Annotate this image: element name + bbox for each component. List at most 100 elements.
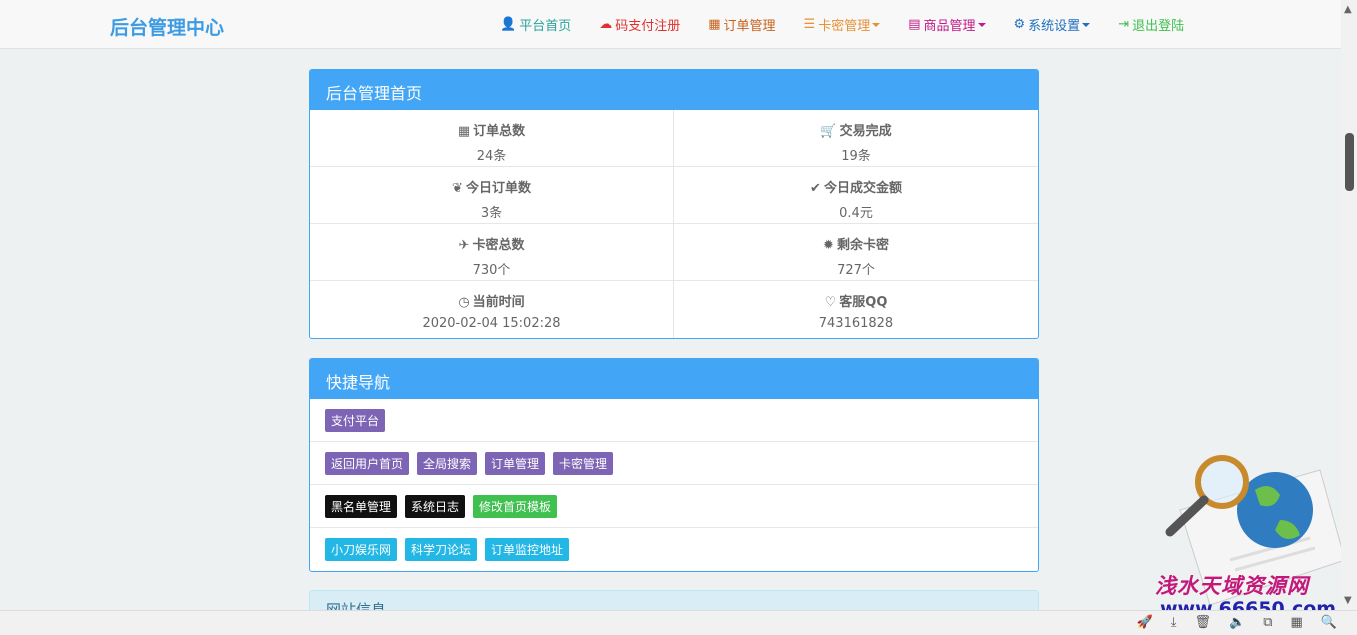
quicknav-link[interactable]: 小刀娱乐网 <box>325 538 398 561</box>
stat-value: 24条 <box>476 149 507 164</box>
list-icon: ☰ <box>803 17 816 32</box>
copy-icon[interactable]: ⧉ <box>1263 615 1272 630</box>
quicknav-panel: 快捷导航 支付平台 返回用户首页 全局搜索 订单管理 卡密管理 黑名单管理 系统日志 修改首页… <box>309 358 1039 572</box>
quicknav-link[interactable]: 返回用户首页 <box>325 451 410 475</box>
stat-label-row: 🛒 交易完成 <box>674 120 1038 139</box>
caret-down-icon <box>977 22 986 27</box>
dashboard-panel: 后台管理首页 ▦ 订单总数 24条 🛒 交易完成 19条 ❦ 今日订单数 3条 ✔ 今日成交金额 0.… <box>309 69 1039 339</box>
nav-item-label: 退出登陆 <box>1132 19 1185 34</box>
quicknav-row: 黑名单管理 系统日志 修改首页模板 <box>310 485 1038 528</box>
stat-value: 0.4元 <box>839 206 873 221</box>
quicknav-rows: 支付平台 返回用户首页 全局搜索 订单管理 卡密管理 黑名单管理 系统日志 修改首页模板 小刀娱… <box>310 399 1038 571</box>
stat-label: 今日订单数 <box>465 181 531 196</box>
stat-label: 卡密总数 <box>472 238 525 253</box>
calendar-icon: ▦ <box>708 17 721 32</box>
stat-cell: ▦ 订单总数 24条 <box>310 110 674 167</box>
browser-statusbar: 🚀 ⤓ 🗑 🔈 ⧉ ▦ 🔍 <box>0 610 1357 635</box>
brand-title[interactable]: 后台管理中心 <box>110 13 224 40</box>
stat-cell: ✈ 卡密总数 730个 <box>310 224 674 281</box>
logout-icon: ⇥ <box>1118 17 1130 32</box>
stat-cell: ✹ 剩余卡密 727个 <box>674 224 1038 281</box>
stat-cell: ❦ 今日订单数 3条 <box>310 167 674 224</box>
nav-item-3[interactable]: ☰ 卡密管理 <box>804 15 881 34</box>
stat-label-row: ❦ 今日订单数 <box>310 177 673 196</box>
nav-item-label: 商品管理 <box>923 19 976 34</box>
grid-view-icon[interactable]: ▦ <box>1291 615 1303 630</box>
stat-label-row: ✹ 剩余卡密 <box>674 234 1038 253</box>
scroll-down-icon[interactable]: ▼ <box>1344 595 1352 606</box>
stat-cell: ◷ 当前时间 2020-02-04 15:02:28 <box>310 281 674 338</box>
nav-item-5[interactable]: ⚙ 系统设置 <box>1014 15 1091 34</box>
nav-item-label: 码支付注册 <box>615 19 681 34</box>
speaker-icon[interactable]: 🔈 <box>1229 615 1245 630</box>
nav-item-1[interactable]: ☁ 码支付注册 <box>599 15 680 34</box>
download-icon[interactable]: ⤓ <box>1171 615 1177 630</box>
vertical-scrollbar[interactable]: ▲ ▼ <box>1341 0 1357 610</box>
stat-value: 727个 <box>837 263 875 278</box>
user-icon: 👤 <box>500 17 517 32</box>
cart-icon: 🛒 <box>820 124 837 139</box>
stat-label: 订单总数 <box>473 124 526 139</box>
book-icon: ▤ <box>908 17 921 32</box>
dashboard-title: 后台管理首页 <box>310 70 1038 110</box>
caret-down-icon <box>872 22 881 27</box>
nav-item-label: 卡密管理 <box>818 19 871 34</box>
stat-cell: 🛒 交易完成 19条 <box>674 110 1038 167</box>
stat-label-row: ◷ 当前时间 <box>310 291 673 310</box>
quicknav-link[interactable]: 科学刀论坛 <box>405 538 478 561</box>
quicknav-link[interactable]: 支付平台 <box>325 408 386 432</box>
nav-item-0[interactable]: 👤 平台首页 <box>500 15 571 34</box>
certificate-icon: ✹ <box>823 238 834 253</box>
stat-label-row: ♡ 客服QQ <box>674 291 1038 310</box>
stat-label-row: ✈ 卡密总数 <box>310 234 673 253</box>
quicknav-link[interactable]: 订单监控地址 <box>485 538 570 561</box>
clock-icon: ◷ <box>458 295 470 310</box>
caret-down-icon <box>1082 22 1091 27</box>
scroll-thumb[interactable] <box>1345 133 1354 191</box>
quicknav-link[interactable]: 全局搜索 <box>417 451 478 475</box>
rocket-icon[interactable]: 🚀 <box>1137 615 1153 630</box>
quicknav-link[interactable]: 系统日志 <box>405 494 466 518</box>
stat-value: 19条 <box>841 149 871 164</box>
gear-icon: ⚙ <box>1013 17 1026 32</box>
quicknav-row: 返回用户首页 全局搜索 订单管理 卡密管理 <box>310 442 1038 485</box>
main-nav: 👤 平台首页 ☁ 码支付注册 ▦ 订单管理 ☰ 卡密管理 ▤ 商品管理 ⚙ 系统设置 ⇥ 退出登陆 <box>500 0 1212 49</box>
quicknav-link[interactable]: 订单管理 <box>485 451 546 475</box>
stat-cell: ♡ 客服QQ 743161828 <box>674 281 1038 338</box>
stat-label: 剩余卡密 <box>836 238 889 253</box>
nav-item-label: 订单管理 <box>723 19 776 34</box>
watermark-text: 浅水天域资源网 <box>1155 573 1309 598</box>
nav-item-label: 平台首页 <box>519 19 572 34</box>
nav-item-6[interactable]: ⇥ 退出登陆 <box>1118 15 1184 34</box>
grid-icon: ▦ <box>457 124 471 139</box>
trash-icon[interactable]: 🗑 <box>1195 615 1212 630</box>
leaf-icon: ❦ <box>452 181 463 196</box>
stat-label: 今日成交金额 <box>823 181 902 196</box>
scroll-up-icon[interactable]: ▲ <box>1344 4 1352 15</box>
stat-label-row: ✔ 今日成交金额 <box>674 177 1038 196</box>
stats-grid: ▦ 订单总数 24条 🛒 交易完成 19条 ❦ 今日订单数 3条 ✔ 今日成交金额 0.4元 ✈ 卡密总数… <box>310 110 1038 338</box>
nav-item-2[interactable]: ▦ 订单管理 <box>708 15 775 34</box>
quicknav-title: 快捷导航 <box>310 359 1038 399</box>
zoom-icon[interactable]: 🔍 <box>1321 615 1337 630</box>
check-icon: ✔ <box>810 181 821 196</box>
nav-item-label: 系统设置 <box>1028 19 1081 34</box>
stat-value: 730个 <box>472 263 511 278</box>
quicknav-link[interactable]: 卡密管理 <box>553 451 614 475</box>
heart-icon: ♡ <box>824 295 837 310</box>
stat-value: 743161828 <box>818 316 894 331</box>
quicknav-row: 小刀娱乐网 科学刀论坛 订单监控地址 <box>310 528 1038 571</box>
stat-label: 客服QQ <box>839 295 888 310</box>
plane-icon: ✈ <box>458 238 470 253</box>
nav-item-4[interactable]: ▤ 商品管理 <box>908 15 986 34</box>
quicknav-link[interactable]: 黑名单管理 <box>325 494 398 518</box>
stat-cell: ✔ 今日成交金额 0.4元 <box>674 167 1038 224</box>
stat-label: 交易完成 <box>839 124 892 139</box>
stat-label-row: ▦ 订单总数 <box>310 120 673 139</box>
stat-value: 3条 <box>480 206 503 221</box>
top-navbar: 后台管理中心 👤 平台首页 ☁ 码支付注册 ▦ 订单管理 ☰ 卡密管理 ▤ 商品管理 ⚙ 系统设置 ⇥ 退… <box>0 0 1341 49</box>
quicknav-row: 支付平台 <box>310 399 1038 442</box>
cloud-icon: ☁ <box>599 17 613 32</box>
quicknav-link[interactable]: 修改首页模板 <box>473 494 558 518</box>
stat-label: 当前时间 <box>472 295 525 310</box>
